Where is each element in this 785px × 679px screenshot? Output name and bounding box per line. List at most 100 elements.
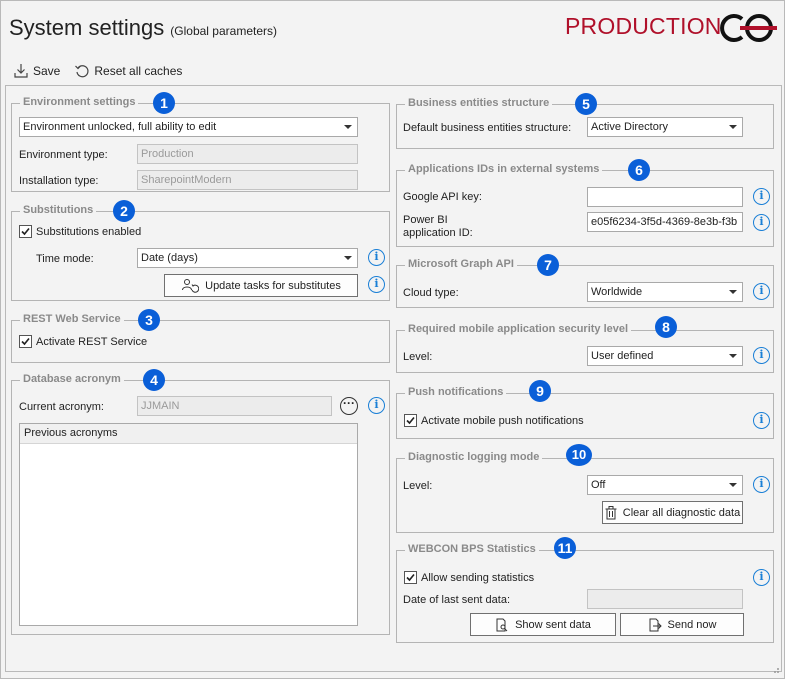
clear-diagnostic-button[interactable]: Clear all diagnostic data xyxy=(602,501,743,524)
info-icon[interactable]: i xyxy=(368,249,385,266)
application-ids-group: Applications IDs in external systems Goo… xyxy=(396,163,774,247)
badge-8: 8 xyxy=(655,316,677,338)
environment-mode-select[interactable]: Environment unlocked, full ability to ed… xyxy=(19,117,358,137)
graph-api-title: Microsoft Graph API xyxy=(405,258,517,270)
current-acronym-field[interactable]: JJMAIN xyxy=(137,396,332,416)
chevron-down-icon xyxy=(729,125,737,129)
google-api-key-field[interactable] xyxy=(587,187,743,207)
installation-type-field[interactable]: SharepointModern xyxy=(137,170,358,190)
document-search-icon xyxy=(496,618,508,631)
chevron-down-icon xyxy=(729,354,737,358)
show-sent-data-button[interactable]: Show sent data xyxy=(470,613,616,636)
graph-api-group: Microsoft Graph API Cloud type: Worldwid… xyxy=(396,258,774,308)
checkbox-checked-icon xyxy=(19,225,32,238)
environment-settings-group: Environment settings Environment unlocke… xyxy=(11,96,390,192)
trash-icon xyxy=(605,505,617,519)
activate-rest-checkbox[interactable]: Activate REST Service xyxy=(19,335,147,348)
badge-4: 4 xyxy=(143,369,165,391)
diagnostic-level-value: Off xyxy=(591,479,606,491)
last-sent-label: Date of last sent data: xyxy=(403,594,511,606)
default-business-entities-label: Default business entities structure: xyxy=(403,122,572,134)
badge-7: 7 xyxy=(537,254,559,276)
info-icon[interactable]: i xyxy=(753,188,770,205)
send-now-button[interactable]: Send now xyxy=(620,613,744,636)
chevron-down-icon xyxy=(344,125,352,129)
mobile-security-group: Required mobile application security lev… xyxy=(396,323,774,373)
rest-web-service-group: REST Web Service Activate REST Service xyxy=(11,313,390,363)
users-sync-icon xyxy=(182,278,200,293)
info-icon[interactable]: i xyxy=(753,347,770,364)
powerbi-id-label: Power BI application ID: xyxy=(403,214,473,240)
time-mode-value: Date (days) xyxy=(141,252,198,264)
google-api-key-label: Google API key: xyxy=(403,191,482,203)
save-button[interactable]: Save xyxy=(13,63,60,79)
installation-type-label: Installation type: xyxy=(19,175,99,187)
time-mode-label: Time mode: xyxy=(36,253,94,265)
mobile-security-level-value: User defined xyxy=(591,350,654,362)
reset-caches-button[interactable]: Reset all caches xyxy=(74,63,182,79)
substitutions-title: Substitutions xyxy=(20,204,97,216)
badge-2: 2 xyxy=(113,200,135,222)
chevron-down-icon xyxy=(729,483,737,487)
update-tasks-button[interactable]: Update tasks for substitutes xyxy=(164,274,358,297)
business-entities-value: Active Directory xyxy=(591,121,669,133)
info-icon[interactable]: i xyxy=(753,283,770,300)
business-entities-title: Business entities structure xyxy=(405,97,553,109)
badge-9: 9 xyxy=(529,380,551,402)
info-icon[interactable]: i xyxy=(753,476,770,493)
send-now-label: Send now xyxy=(667,618,717,631)
business-entities-select[interactable]: Active Directory xyxy=(587,117,743,137)
badge-10: 10 xyxy=(566,444,592,466)
info-icon[interactable]: i xyxy=(753,569,770,586)
diagnostic-logging-group: Diagnostic logging mode Level: Off i Cle… xyxy=(396,451,774,533)
activate-push-checkbox[interactable]: Activate mobile push notifications xyxy=(404,414,584,427)
mobile-security-level-select[interactable]: User defined xyxy=(587,346,743,366)
application-ids-title: Applications IDs in external systems xyxy=(405,163,603,175)
mobile-security-title: Required mobile application security lev… xyxy=(405,323,632,335)
badge-1: 1 xyxy=(153,92,175,114)
statistics-title: WEBCON BPS Statistics xyxy=(405,543,539,555)
previous-acronyms-header: Previous acronyms xyxy=(20,424,357,444)
update-tasks-label: Update tasks for substitutes xyxy=(205,279,341,292)
last-sent-field[interactable] xyxy=(587,589,743,609)
checkbox-checked-icon xyxy=(404,414,417,427)
mobile-security-level-label: Level: xyxy=(403,351,433,363)
push-notifications-group: Push notifications Activate mobile push … xyxy=(396,386,774,439)
database-acronym-group: Database acronym Current acronym: JJMAIN… xyxy=(11,373,390,635)
time-mode-select[interactable]: Date (days) xyxy=(137,248,358,268)
substitutions-enabled-checkbox[interactable]: Substitutions enabled xyxy=(19,225,141,238)
info-icon[interactable]: i xyxy=(753,214,770,231)
diagnostic-logging-title: Diagnostic logging mode xyxy=(405,451,543,463)
powerbi-id-field[interactable]: e05f6234-3f5d-4369-8e3b-f3b xyxy=(587,212,743,232)
system-settings-window: System settings (Global parameters) PRODU… xyxy=(0,0,785,679)
reset-caches-label: Reset all caches xyxy=(94,64,183,78)
save-label: Save xyxy=(33,64,61,78)
current-acronym-label: Current acronym: xyxy=(19,401,104,413)
previous-acronyms-list[interactable]: Previous acronyms xyxy=(19,423,358,626)
info-icon[interactable]: i xyxy=(368,276,385,293)
cloud-type-select[interactable]: Worldwide xyxy=(587,282,743,302)
substitutions-enabled-label: Substitutions enabled xyxy=(36,225,142,238)
toolbar: Save Reset all caches xyxy=(13,63,192,79)
settings-panel: Environment settings Environment unlocke… xyxy=(5,85,782,672)
powerbi-label-line1: Power BI xyxy=(403,214,448,226)
badge-5: 5 xyxy=(575,93,597,115)
more-options-icon[interactable]: ··· xyxy=(340,397,358,415)
cloud-type-label: Cloud type: xyxy=(403,287,459,299)
environment-settings-title: Environment settings xyxy=(20,96,139,108)
resize-grip-icon[interactable] xyxy=(770,664,780,674)
environment-type-field[interactable]: Production xyxy=(137,144,358,164)
badge-11: 11 xyxy=(554,537,576,559)
cloud-type-value: Worldwide xyxy=(591,286,643,298)
badge-3: 3 xyxy=(138,309,160,331)
info-icon[interactable]: i xyxy=(753,412,770,429)
info-icon[interactable]: i xyxy=(368,397,385,414)
activate-push-label: Activate mobile push notifications xyxy=(421,414,584,427)
diagnostic-level-select[interactable]: Off xyxy=(587,475,743,495)
allow-statistics-checkbox[interactable]: Allow sending statistics xyxy=(404,571,534,584)
activate-rest-label: Activate REST Service xyxy=(36,335,148,348)
save-icon xyxy=(14,64,28,78)
checkbox-checked-icon xyxy=(19,335,32,348)
statistics-group: WEBCON BPS Statistics Allow sending stat… xyxy=(396,543,774,643)
badge-6: 6 xyxy=(628,159,650,181)
